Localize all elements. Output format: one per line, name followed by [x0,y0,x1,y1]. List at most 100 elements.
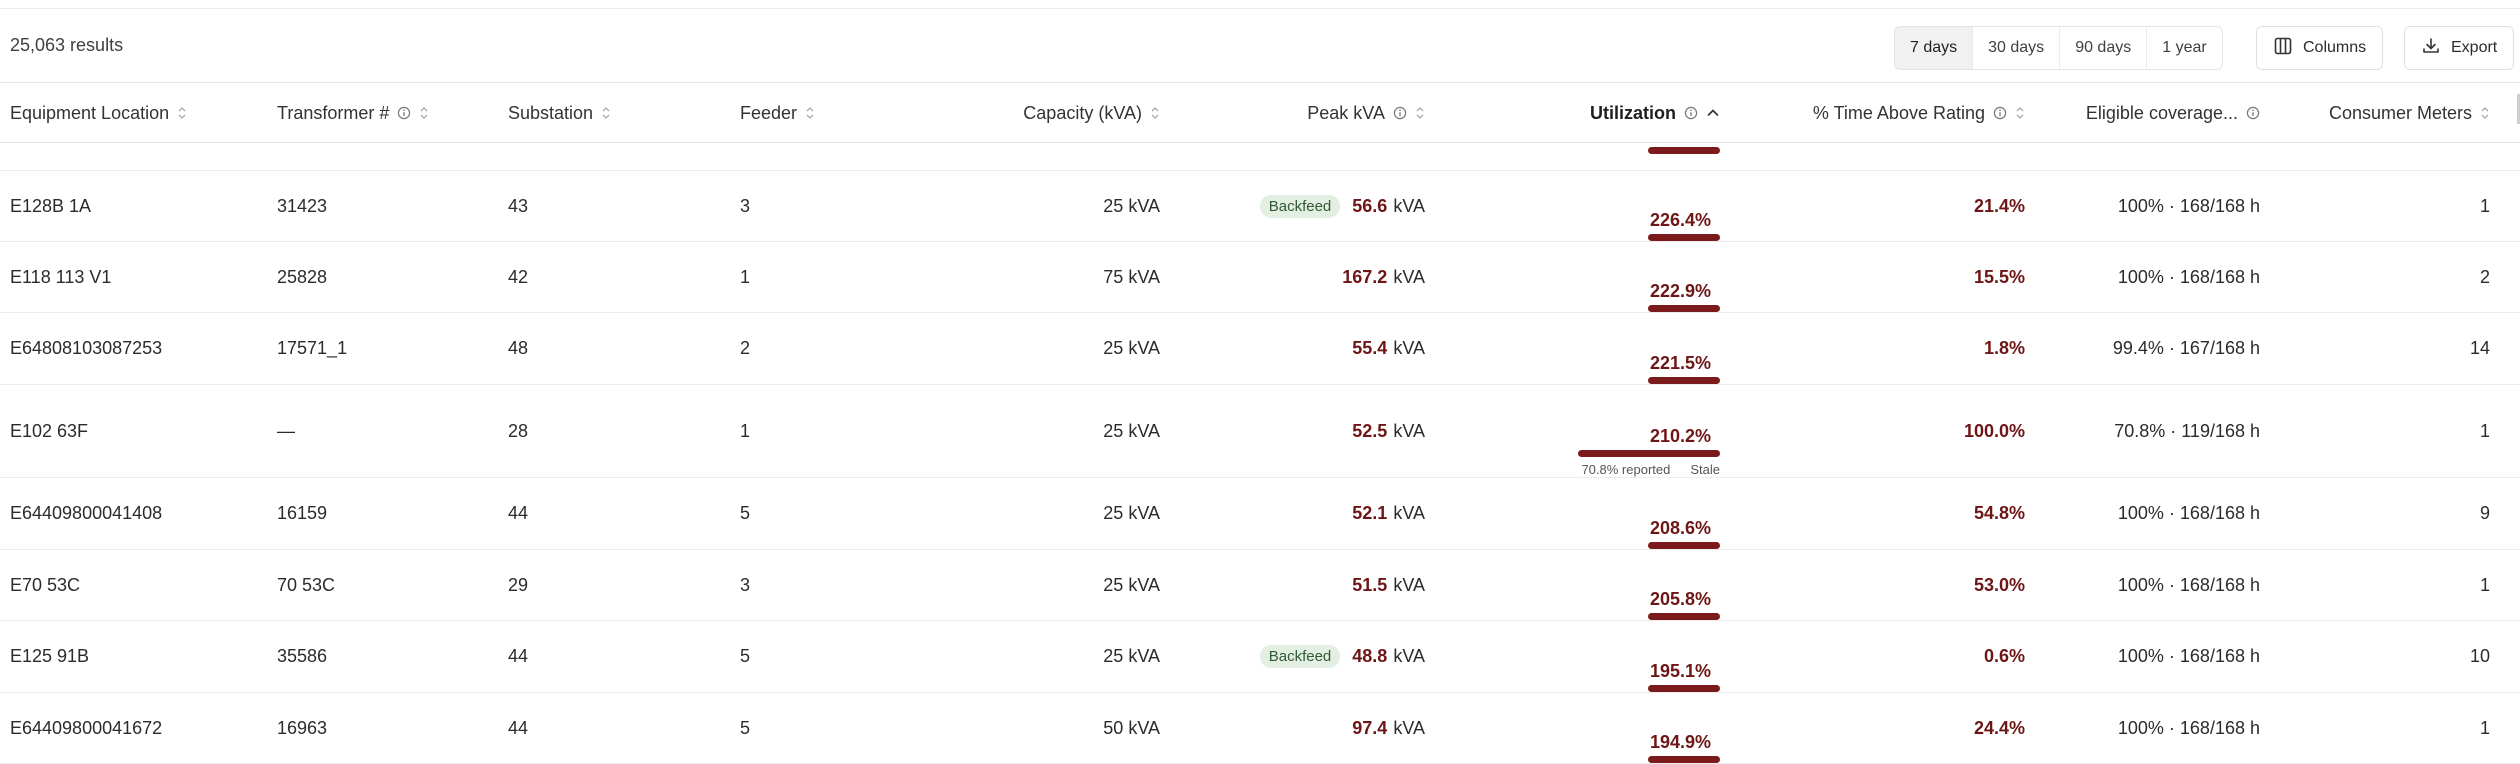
feeder-cell: 3 [740,171,890,241]
columns-button[interactable]: Columns [2256,26,2384,70]
table-row[interactable]: E128B 1A 31423 43 3 25 kVA Backfeed 56.6 kVA 226… [0,171,2520,242]
utilization-bar [1578,450,1720,457]
consumer-meters-cell: 9 [2270,478,2490,549]
eligible-coverage-cell: 100% · 168/168 h [2040,550,2260,620]
column-header-substation[interactable]: Substation [508,83,658,143]
column-header-equipment-location[interactable]: Equipment Location [10,83,210,143]
time-above-rating-value: 53.0% [1973,574,2025,595]
equipment-location-cell: E128B 1A [10,171,210,241]
table-row[interactable]: E64808103087253 17571_1 48 2 25 kVA 55.4 kVA 22… [0,313,2520,385]
peak-kva-unit: kVA [1393,420,1425,441]
utilization-cell: 195.1% [1470,621,1720,692]
feeder-cell-value: 1 [740,266,751,287]
consumer-meters-cell: 2 [2270,242,2490,312]
table-row[interactable]: E125 91B 35586 44 5 25 kVA Backfeed 48.8 kVA 195… [0,621,2520,693]
substation-cell: 43 [508,171,658,241]
info-icon[interactable] [397,106,411,120]
column-header-transformer[interactable]: Transformer # [277,83,457,143]
time-above-rating-value: 24.4% [1973,717,2025,738]
column-header-label: % Time Above Rating [1812,102,1985,123]
utilization-value: 221.5% [1649,353,1711,373]
equipment-location-cell: E125 91B [10,621,210,692]
utilization-value: 195.1% [1649,661,1711,681]
info-icon[interactable] [1393,106,1407,120]
table-row[interactable]: E118 113 V1 25828 42 1 75 kVA 167.2 kVA 222.9% 1… [0,242,2520,313]
table-toolbar: 25,063 results 7 days 30 days 90 days 1 … [0,9,2520,83]
transformer-cell: — [277,385,457,477]
column-header-label: Eligible coverage... [2085,102,2238,123]
transformer-cell: 70 53C [277,550,457,620]
transformer-cell: 17571_1 [277,313,457,384]
eligible-coverage-value: 100% · 168/168 h [2117,195,2260,216]
transformer-cell: 16159 [277,478,457,549]
sort-ascending-icon[interactable] [1706,106,1720,120]
column-header-eligible-coverage[interactable]: Eligible coverage... [2040,83,2260,143]
info-icon[interactable] [2246,106,2260,120]
equipment-location-cell-value: E125 91B [10,646,90,666]
sort-icon[interactable] [1415,106,1425,120]
peak-kva-cell: 52.1 kVA [1170,478,1425,549]
feeder-cell-value: 5 [740,717,751,738]
time-above-rating-cell: 0.6% [1740,621,2025,692]
sort-icon[interactable] [805,106,815,120]
peak-kva-value: 55.4 [1352,338,1388,358]
utilization-cell: 226.4% [1470,171,1720,241]
sort-icon[interactable] [1150,106,1160,120]
capacity-cell-value: 25 kVA [1103,420,1160,441]
feeder-cell: 5 [740,621,890,692]
column-header-time-above-rating[interactable]: % Time Above Rating [1740,83,2025,143]
substation-cell: 29 [508,550,658,620]
column-header-peak-kva[interactable]: Peak kVA [1170,83,1425,143]
eligible-coverage-value: 100% · 168/168 h [2117,717,2260,738]
feeder-cell: 3 [740,550,890,620]
equipment-location-cell-value: E128B 1A [10,195,92,216]
table-row[interactable]: E70 53C 70 53C 29 3 25 kVA 51.5 kVA 205.8% 53.0%… [0,550,2520,621]
table-row[interactable]: E102 63F — 28 1 25 kVA 52.5 kVA 210.2% 70.8% rep… [0,385,2520,478]
range-1-year[interactable]: 1 year [2147,27,2221,69]
info-icon[interactable] [1993,106,2007,120]
column-header-utilization[interactable]: Utilization [1470,83,1720,143]
sort-icon[interactable] [419,106,429,120]
export-button[interactable]: Export [2404,26,2515,70]
download-icon [2421,36,2441,61]
sort-icon[interactable] [601,106,611,120]
consumer-meters-value: 1 [2479,420,2490,441]
eligible-coverage-cell: 100% · 168/168 h [2040,621,2260,692]
results-count: 25,063 results [10,35,124,55]
utilization-cell: 221.5% [1470,313,1720,384]
range-90-days[interactable]: 90 days [2060,27,2148,69]
transformer-cell-value: 17571_1 [277,338,348,358]
capacity-cell: 50 kVA [900,693,1160,763]
transformer-cell-value: 16963 [277,717,328,738]
table-row[interactable]: E64409800041408 16159 44 5 25 kVA 52.1 kVA 208.… [0,478,2520,550]
column-header-capacity-kva[interactable]: Capacity (kVA) [900,83,1160,143]
capacity-cell-value: 50 kVA [1103,717,1160,738]
utilization-bar [1648,147,1720,154]
equipment-location-cell-value: E102 63F [10,420,89,441]
equipment-location-cell-value: E118 113 V1 [10,266,112,287]
table-row[interactable]: E64409800041672 16963 44 5 50 kVA 97.4 kVA 194.… [0,693,2520,764]
transformer-cell: 25828 [277,242,457,312]
feeder-cell-value: 5 [740,503,751,523]
sort-icon[interactable] [2480,106,2490,120]
table-row-partial[interactable] [0,143,2520,171]
capacity-cell: 25 kVA [900,171,1160,241]
transformer-cell-value: 35586 [277,646,328,666]
eligible-coverage-cell: 70.8% · 119/168 h [2040,385,2260,477]
equipment-location-cell-value: E64409800041672 [10,717,163,738]
utilization-value: 226.4% [1649,210,1711,230]
sort-icon[interactable] [2015,106,2025,120]
info-icon[interactable] [1684,106,1698,120]
consumer-meters-value: 14 [2469,338,2490,358]
sort-icon[interactable] [177,106,187,120]
time-above-rating-cell: 1.8% [1740,313,2025,384]
range-7-days[interactable]: 7 days [1895,27,1974,69]
equipment-location-cell: E118 113 V1 [10,242,210,312]
peak-kva-unit: kVA [1393,266,1425,287]
range-30-days[interactable]: 30 days [1973,27,2061,69]
utilization-bar [1648,685,1720,692]
column-header-feeder[interactable]: Feeder [740,83,890,143]
capacity-cell: 75 kVA [900,242,1160,312]
reported-note: 70.8% reported [1581,462,1671,477]
column-header-consumer-meters[interactable]: Consumer Meters [2270,83,2490,143]
